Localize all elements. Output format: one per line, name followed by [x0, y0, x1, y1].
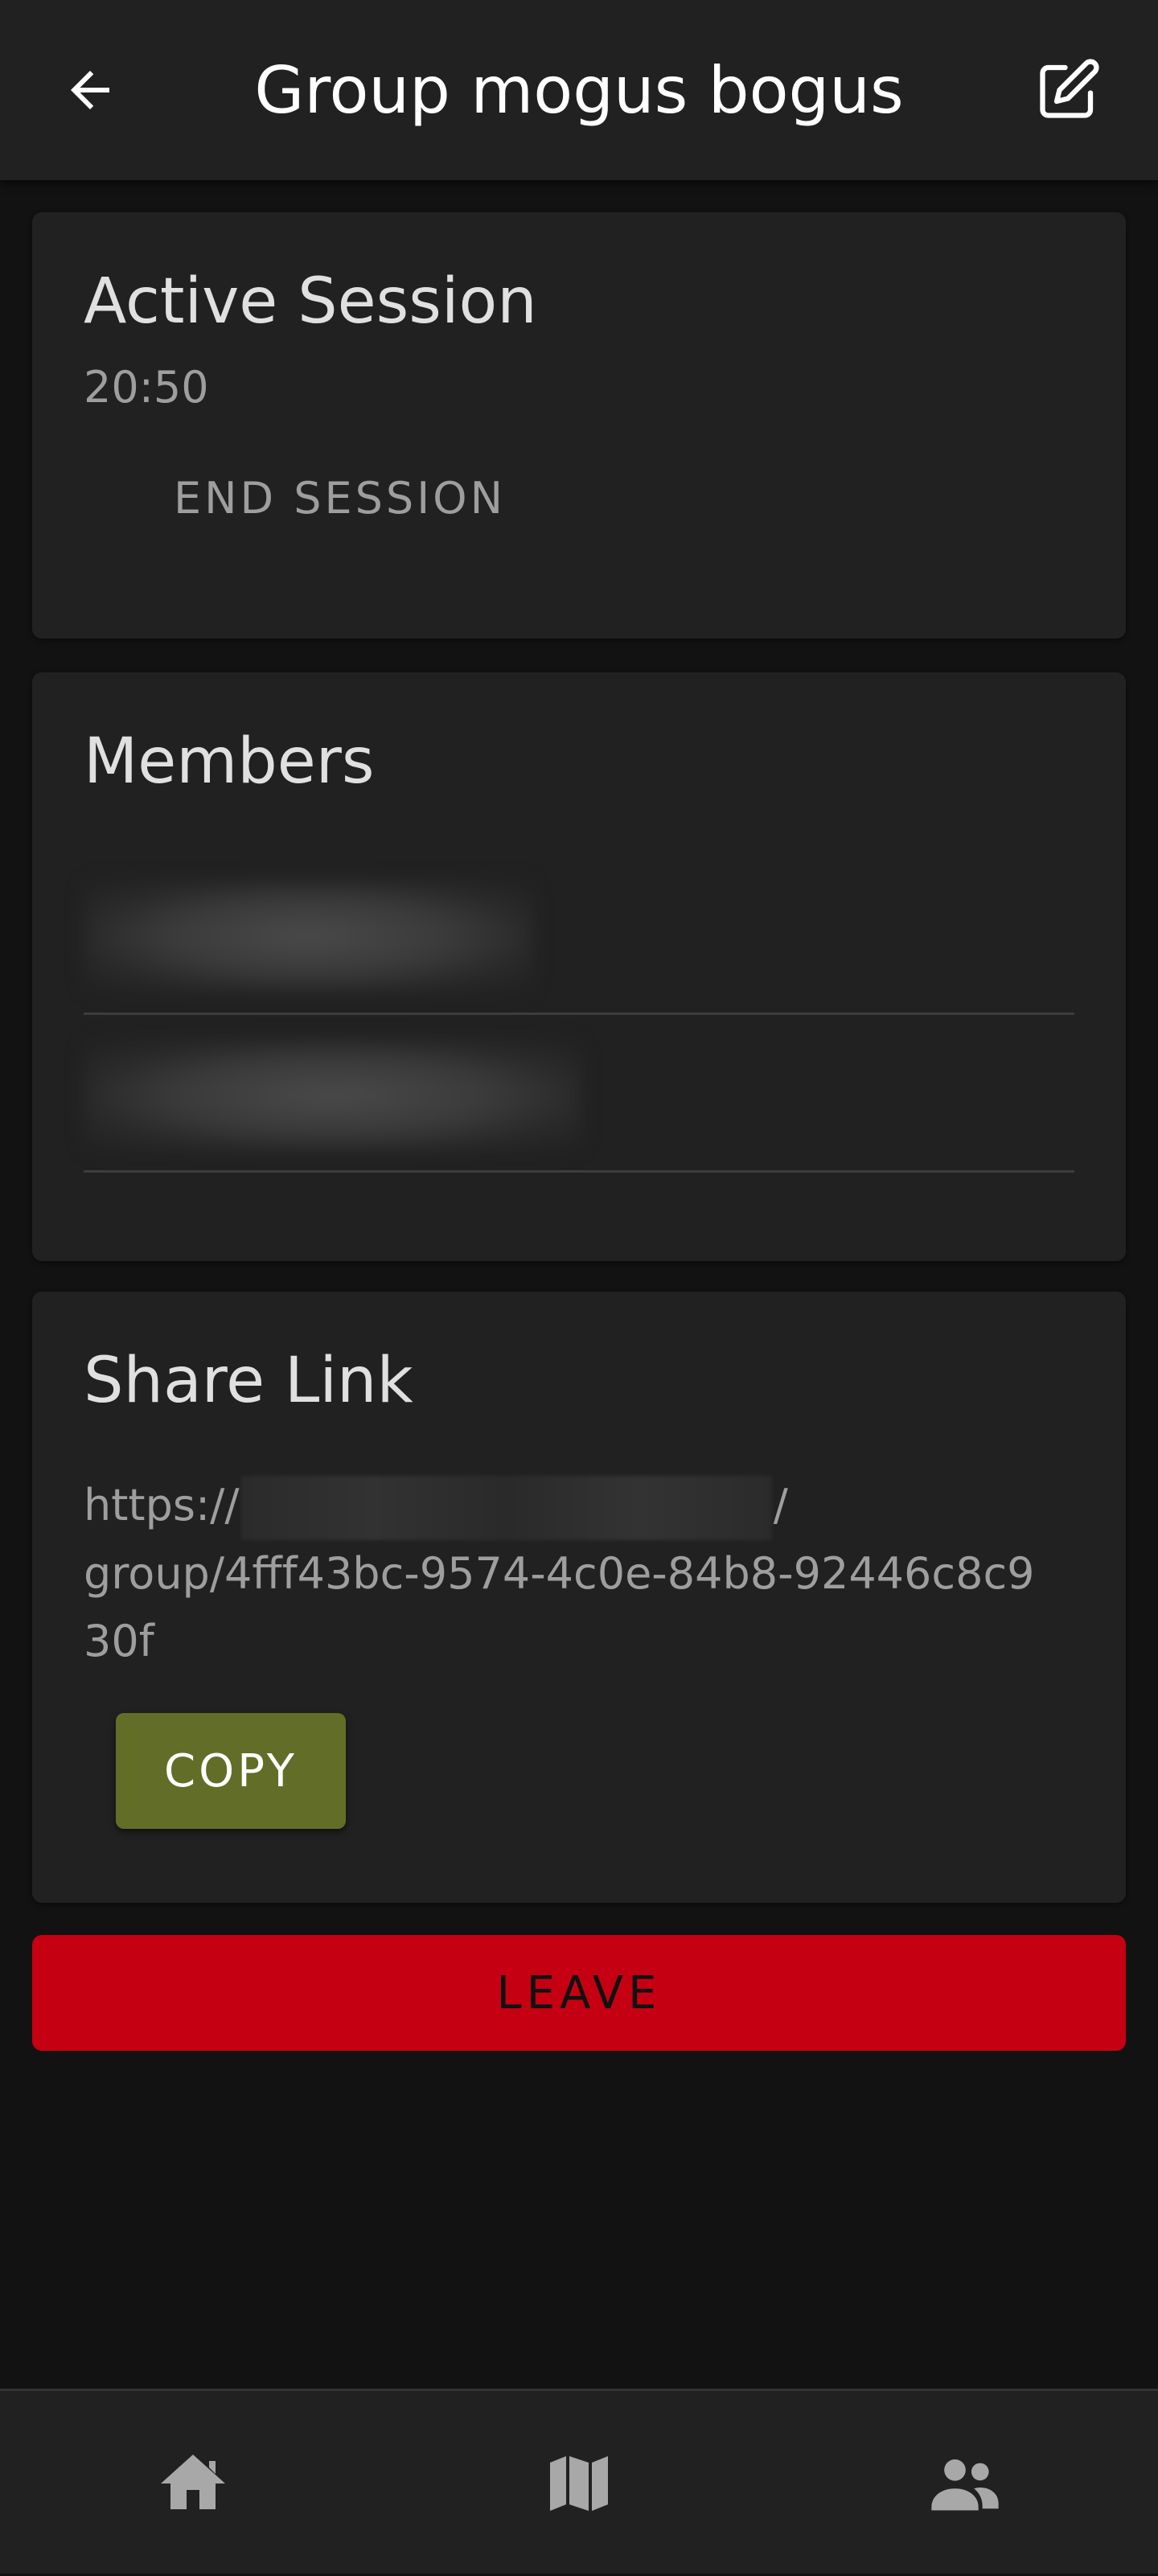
- share-link-card: Share Link https:// / group/4fff43bc-9574…: [32, 1292, 1126, 1903]
- bottom-nav: [0, 2389, 1158, 2574]
- link-suffix: /: [773, 1480, 788, 1530]
- members-title: Members: [84, 725, 375, 798]
- home-icon: [161, 2455, 225, 2509]
- end-session-button[interactable]: END SESSION: [132, 454, 548, 542]
- page-title: Group mogus bogus: [254, 52, 904, 128]
- leave-button[interactable]: LEAVE: [32, 1935, 1126, 2051]
- link-prefix: https://: [84, 1480, 240, 1530]
- group-icon: [931, 2459, 999, 2511]
- back-button[interactable]: [48, 48, 132, 132]
- share-link-text: https:// / group/4fff43bc-9574-4c0e-84b8-…: [84, 1472, 1097, 1675]
- link-line-1: https:// /: [84, 1472, 1097, 1541]
- nav-home[interactable]: [0, 2391, 386, 2576]
- map-icon: [550, 2456, 608, 2511]
- nav-group[interactable]: [772, 2391, 1158, 2576]
- active-session-card: Active Session 20:50 END SESSION: [32, 212, 1126, 639]
- link-line-3: 30f: [84, 1616, 154, 1667]
- session-title: Active Session: [84, 265, 537, 338]
- members-card: Members: [32, 672, 1126, 1261]
- copy-button[interactable]: COPY: [116, 1713, 346, 1829]
- edit-button[interactable]: [1026, 48, 1110, 132]
- member-row[interactable]: [84, 1015, 1074, 1173]
- nav-map[interactable]: [386, 2391, 772, 2576]
- edit-icon: [1040, 59, 1099, 118]
- link-line-2: group/4fff43bc-9574-4c0e-84b8-92446c8c9: [84, 1548, 1035, 1600]
- member-name-redacted: [84, 880, 534, 992]
- app-bar: Group mogus bogus: [0, 0, 1158, 180]
- member-row[interactable]: [84, 857, 1074, 1015]
- share-title: Share Link: [84, 1345, 413, 1417]
- member-name-redacted: [84, 1039, 582, 1152]
- session-time: 20:50: [84, 362, 209, 413]
- link-domain-redacted: [240, 1476, 772, 1541]
- arrow-left-icon: [71, 71, 109, 109]
